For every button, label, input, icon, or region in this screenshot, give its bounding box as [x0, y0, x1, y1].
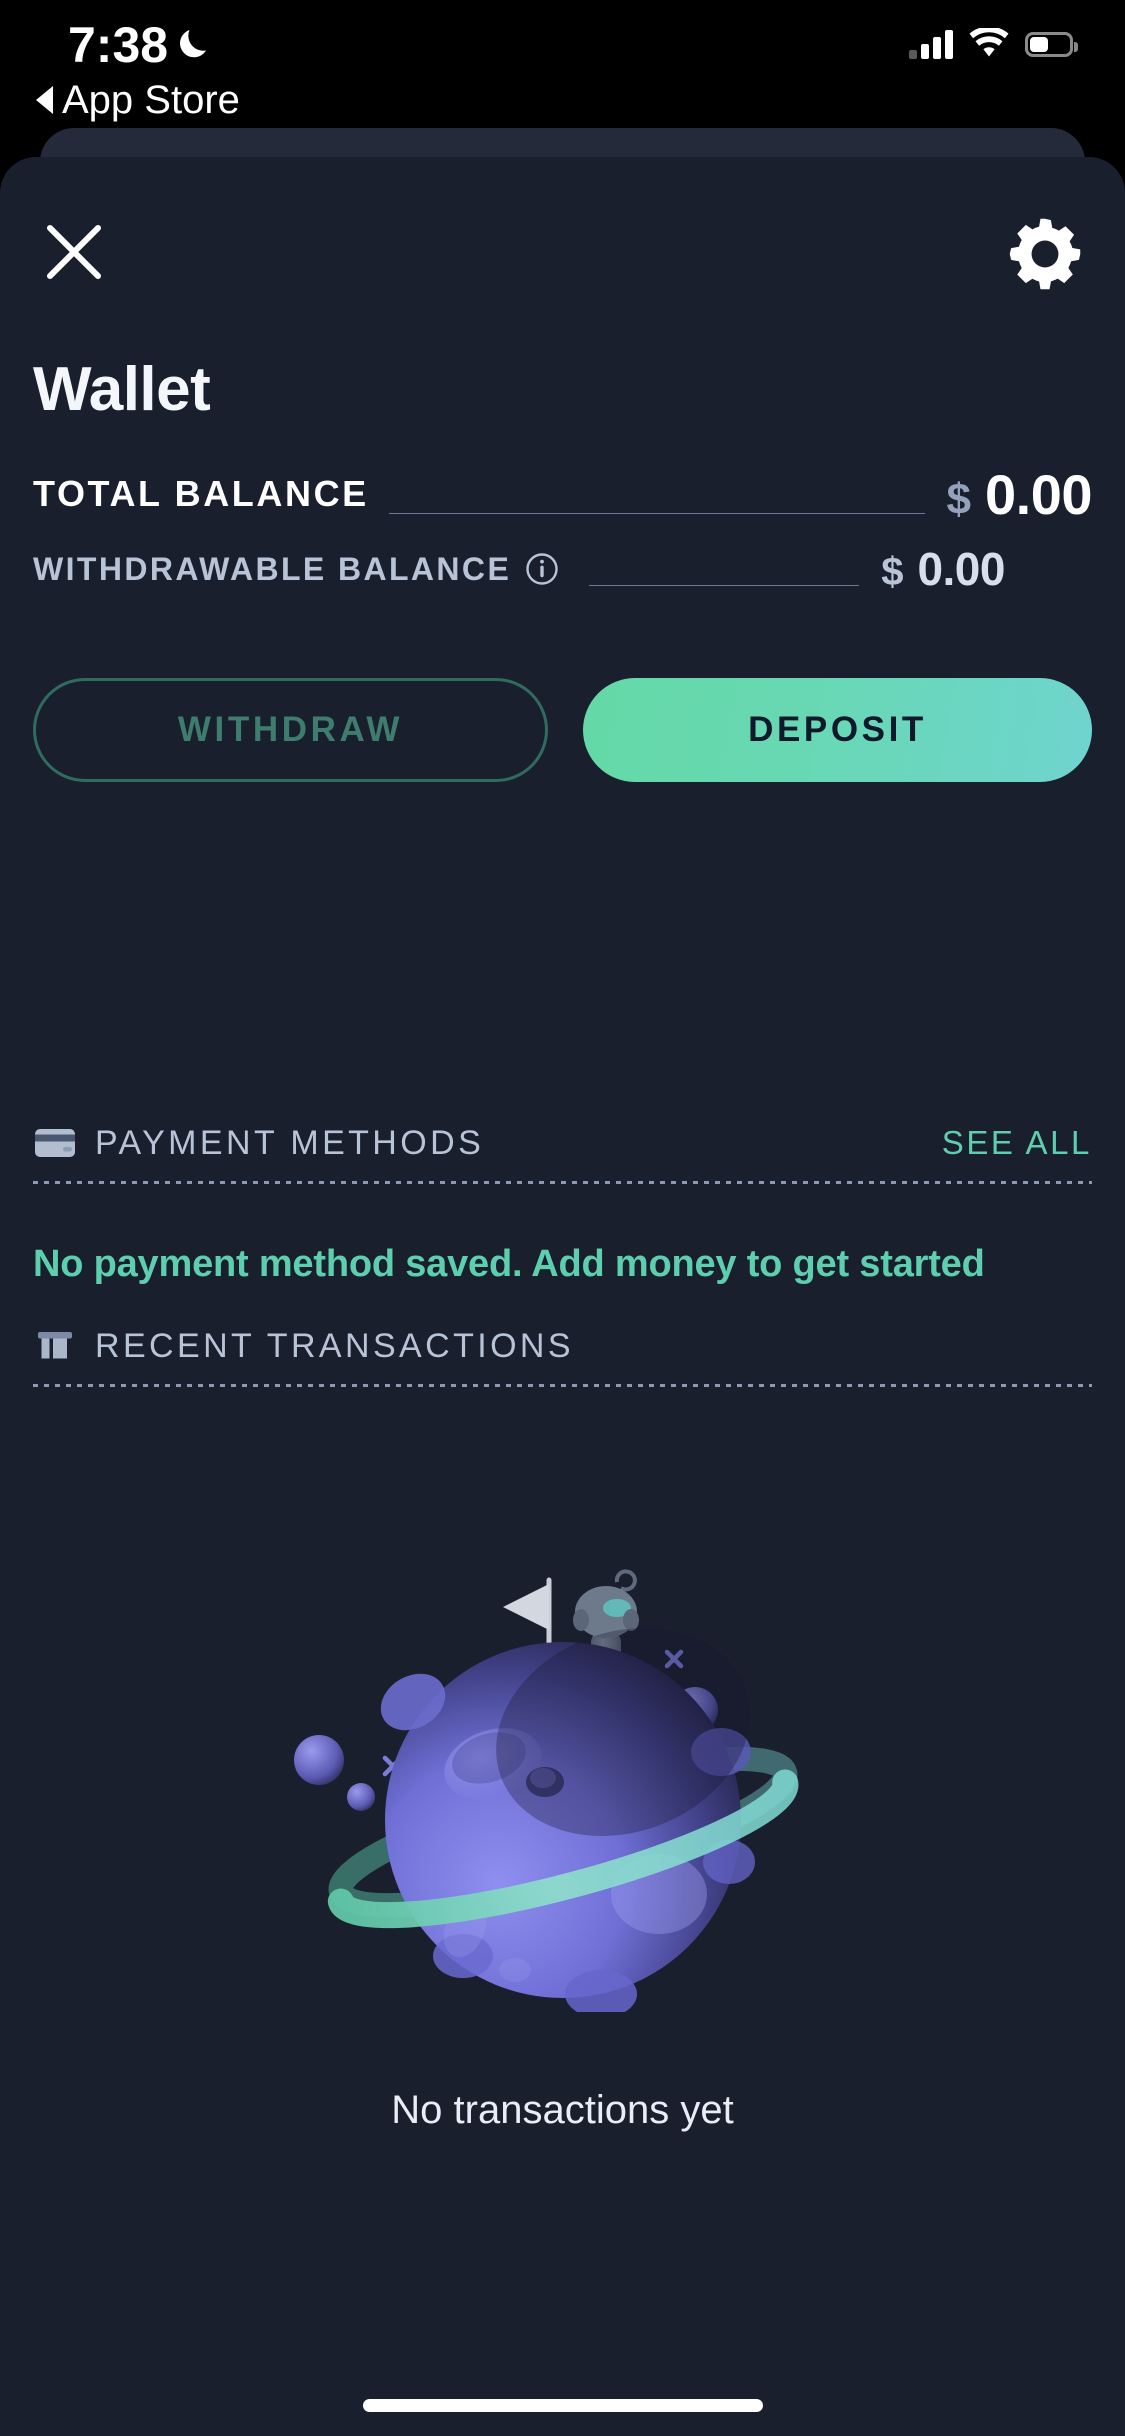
payment-methods-header: PAYMENT METHODS SEE ALL: [33, 1115, 1092, 1171]
moon-small-2: [346, 1783, 375, 1811]
battery-icon: [1025, 31, 1078, 57]
receipt-icon: [38, 1332, 72, 1359]
status-bar-time: 7:38: [68, 17, 169, 73]
planet-body: [380, 1628, 755, 2012]
total-balance-rule: [388, 513, 925, 514]
wallet-actions: WITHDRAW DEPOSIT: [33, 678, 1092, 782]
payment-methods-title: PAYMENT METHODS: [95, 1123, 485, 1162]
withdraw-button[interactable]: WITHDRAW: [33, 678, 548, 782]
back-triangle-icon: [36, 86, 53, 114]
withdrawable-balance-value: 0.00: [917, 543, 1005, 595]
sheet-topbar: [0, 202, 1125, 312]
page-title: Wallet: [33, 355, 211, 424]
total-balance-value: 0.00: [985, 462, 1093, 526]
total-balance-row: TOTAL BALANCE $ 0.00: [33, 463, 1093, 526]
wallet-sheet: Wallet TOTAL BALANCE $ 0.00 WITHDRAWABLE…: [0, 157, 1125, 2436]
back-to-app-store-link[interactable]: App Store: [36, 78, 240, 122]
phone-screen: 7:38 App Store Wallet TOTAL BALANCE $ 0.…: [0, 0, 1125, 2436]
recent-transactions-divider: [33, 1384, 1092, 1387]
total-balance-currency: $: [946, 474, 971, 524]
recent-transactions-empty-message: No transactions yet: [391, 2088, 734, 2132]
withdrawable-balance-amount: $ 0.00: [881, 542, 1005, 596]
deposit-button[interactable]: DEPOSIT: [583, 678, 1092, 782]
payment-methods-empty-message: No payment method saved. Add money to ge…: [33, 1243, 985, 1285]
credit-card-icon: [35, 1129, 75, 1157]
withdrawable-balance-label: WITHDRAWABLE BALANCE: [33, 550, 512, 587]
total-balance-label: TOTAL BALANCE: [33, 473, 369, 514]
back-label: App Store: [62, 78, 240, 122]
payment-methods-see-all[interactable]: SEE ALL: [942, 1124, 1092, 1162]
close-button[interactable]: [32, 210, 116, 294]
recent-transactions-header: RECENT TRANSACTIONS: [33, 1318, 1092, 1374]
withdrawable-balance-row: WITHDRAWABLE BALANCE $ 0.00: [33, 542, 1092, 596]
withdrawable-balance-currency: $: [881, 550, 904, 594]
settings-button[interactable]: [1003, 212, 1087, 296]
payment-methods-divider: [33, 1181, 1092, 1184]
moon-icon: [180, 30, 206, 58]
status-bar-indicators: [909, 28, 1078, 60]
gear-icon: [1009, 218, 1081, 290]
wifi-icon: [969, 28, 1009, 57]
info-circle-icon[interactable]: [525, 552, 559, 586]
planet-with-astronaut-illustration: [293, 1569, 798, 2012]
cellular-signal-icon: [909, 29, 953, 59]
total-balance-amount: $ 0.00: [946, 462, 1093, 527]
recent-transactions-title: RECENT TRANSACTIONS: [95, 1326, 574, 1365]
close-x-icon: [47, 225, 101, 279]
moon-small-1: [293, 1735, 344, 1785]
withdrawable-balance-rule: [589, 585, 860, 586]
home-indicator[interactable]: [362, 2399, 763, 2412]
empty-state-illustration: [0, 1527, 1125, 2027]
status-bar: 7:38 App Store: [0, 0, 1125, 160]
